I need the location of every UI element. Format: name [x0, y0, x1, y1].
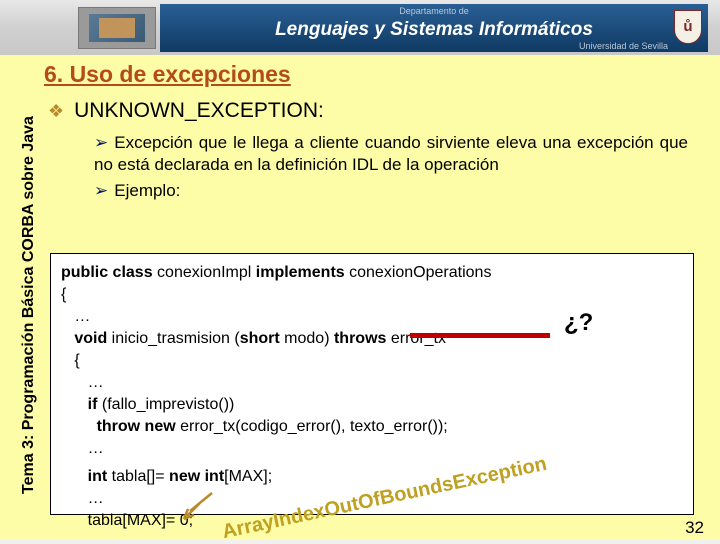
- bullet-level1: ❖ UNKNOWN_EXCEPTION:: [48, 98, 708, 124]
- slide-body: Tema 3: Programación Básica CORBA sobre …: [0, 55, 720, 540]
- sidebar-title: Tema 3: Programación Básica CORBA sobre …: [20, 75, 38, 535]
- arrow-bullet-icon: ➢: [94, 133, 108, 152]
- bullet1-text: UNKNOWN_EXCEPTION:: [74, 98, 324, 124]
- diamond-bullet-icon: ❖: [48, 98, 64, 124]
- question-mark-annotation: ¿?: [564, 309, 593, 337]
- code-line: if (fallo_imprevisto()): [61, 394, 683, 416]
- bullet2a: ➢Excepción que le llega a cliente cuando…: [94, 132, 688, 176]
- code-line: int tabla[]= new int[MAX];: [61, 466, 683, 488]
- sidebar: Tema 3: Programación Básica CORBA sobre …: [0, 55, 36, 540]
- code-line: {: [61, 350, 683, 372]
- page-number: 32: [685, 518, 704, 538]
- code-example-box: public class conexionImpl implements con…: [50, 253, 694, 515]
- section-title: 6. Uso de excepciones: [44, 61, 708, 88]
- header-university: Universidad de Sevilla: [579, 41, 668, 51]
- error-underline: [410, 333, 550, 338]
- code-line: tabla[MAX]= 0;: [61, 510, 683, 532]
- content-area: 6. Uso de excepciones ❖ UNKNOWN_EXCEPTIO…: [44, 61, 708, 534]
- code-line: throw new error_tx(codigo_error(), texto…: [61, 416, 683, 438]
- code-line: …: [61, 372, 683, 394]
- header-dept: Departamento de: [399, 6, 469, 16]
- code-line: public class conexionImpl implements con…: [61, 262, 683, 284]
- code-line: {: [61, 284, 683, 306]
- header-title-block: Departamento de Lenguajes y Sistemas Inf…: [160, 4, 708, 52]
- bullet2b: ➢Ejemplo:: [94, 180, 688, 202]
- arrow-bullet-icon: ➢: [94, 181, 108, 200]
- dept-logo: [78, 7, 156, 49]
- header-banner: Departamento de Lenguajes y Sistemas Inf…: [0, 0, 720, 55]
- header-main: Lenguajes y Sistemas Informáticos: [275, 19, 593, 41]
- university-shield-icon: ů: [674, 10, 702, 44]
- arrow-annotation-icon: [182, 491, 222, 521]
- code-line: …: [61, 438, 683, 460]
- bullet-level2-group: ➢Excepción que le llega a cliente cuando…: [94, 132, 688, 202]
